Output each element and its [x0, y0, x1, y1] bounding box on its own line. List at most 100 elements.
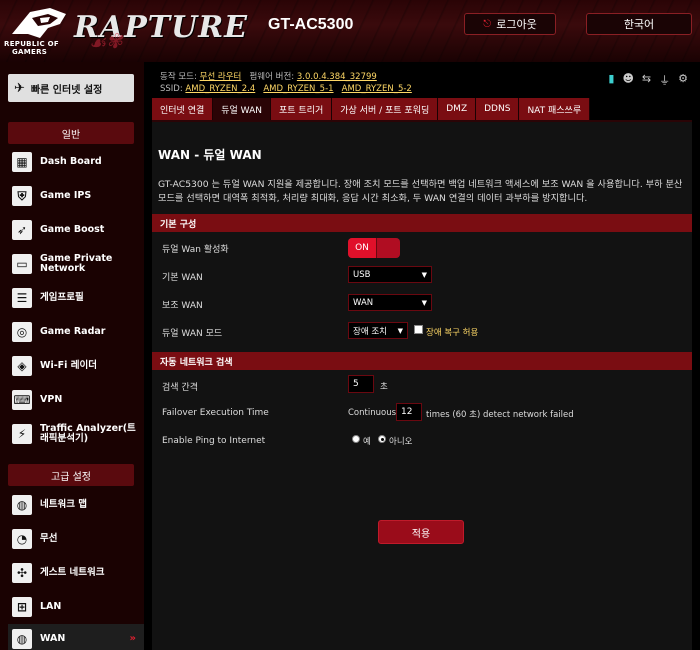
ping-no-radio[interactable]	[378, 435, 386, 443]
dual-wan-mode-select[interactable]: 장애 조치 ▼	[348, 322, 408, 339]
sidebar-item-wifi-radar[interactable]: ◈ Wi-Fi 레이더	[8, 351, 144, 381]
secondary-wan-label: 보조 WAN	[162, 301, 203, 311]
logout-label: 로그아웃	[496, 18, 537, 31]
tab-nat-passthrough[interactable]: NAT 패스쓰루	[519, 98, 591, 120]
detect-interval-unit: 초	[380, 382, 388, 392]
page-title: WAN - 듀얼 WAN	[158, 148, 262, 162]
detect-interval-label: 검색 간격	[162, 383, 198, 393]
ssid-value-3[interactable]: AMD_RYZEN_5-2	[342, 84, 412, 94]
sidebar-item-wireless[interactable]: ◔ 무선	[8, 524, 144, 554]
mode-label: 동작 모드:	[160, 72, 197, 82]
sidebar-item-guest-network[interactable]: ✣ 게스트 네트워크	[8, 558, 144, 588]
sidebar-item-game-boost[interactable]: ➶ Game Boost	[8, 215, 144, 245]
model-name: GT-AC5300	[268, 16, 354, 33]
apply-button[interactable]: 적용	[378, 520, 464, 544]
primary-wan-label: 기본 WAN	[162, 273, 203, 283]
sidebar-item-label: LAN	[40, 601, 62, 612]
section-auto-network-detect: 자동 네트워크 검색	[152, 352, 692, 370]
sidebar-item-vpn[interactable]: ⌨ VPN	[8, 385, 144, 415]
ssid-value-1[interactable]: AMD_RYZEN_2.4	[185, 84, 255, 94]
dual-wan-mode-value: 장애 조치	[353, 326, 387, 337]
sidebar-item-label: Game Boost	[40, 224, 105, 235]
sidebar-item-label: Dash Board	[40, 156, 102, 167]
sidebar-item-game-profile[interactable]: ☰ 게임프로필	[8, 283, 144, 313]
sidebar-item-dashboard[interactable]: ▦ Dash Board	[8, 147, 144, 177]
secondary-wan-value: WAN	[353, 297, 374, 308]
language-label: 한국어	[623, 18, 655, 31]
sidebar-item-label: 무선	[40, 533, 58, 544]
quick-setup-icon: ✈	[14, 80, 25, 96]
ping-yes-label: 예	[363, 437, 371, 447]
page-description: GT-AC5300 는 듀얼 WAN 지원을 제공합니다. 장애 조치 모드를 …	[158, 179, 683, 204]
quick-internet-setup-button[interactable]: ✈ 빠른 인터넷 설정	[8, 74, 134, 102]
sidebar-item-label: WAN	[40, 633, 66, 644]
logout-button[interactable]: ⎋ 로그아웃	[464, 13, 556, 35]
detect-interval-input[interactable]: 5	[348, 375, 374, 393]
dual-wan-panel: WAN - 듀얼 WAN GT-AC5300 는 듀얼 WAN 지원을 제공합니…	[152, 120, 692, 650]
sidebar-item-label: Game Private Network	[40, 253, 113, 274]
ping-no-label: 아니오	[389, 437, 413, 447]
ping-yes-radio[interactable]	[352, 435, 360, 443]
users-icon[interactable]: ☻	[622, 72, 633, 88]
primary-wan-select[interactable]: USB ▼	[348, 266, 432, 283]
ping-internet-label: Enable Ping to Internet	[162, 436, 266, 446]
tab-dmz[interactable]: DMZ	[438, 98, 477, 120]
sidebar-item-game-radar[interactable]: ◎ Game Radar	[8, 317, 144, 347]
sidebar-item-label: 게임프로필	[40, 292, 84, 303]
failover-suffix: times (60 초) detect network failed	[426, 410, 574, 420]
sidebar-item-game-ips[interactable]: ⛨ Game IPS	[8, 181, 144, 211]
watermark-icon: ☙✾	[86, 28, 124, 56]
firmware-label: 펌웨어 버전:	[249, 72, 295, 82]
guest-network-icon: ✣	[12, 563, 32, 583]
tab-ddns[interactable]: DDNS	[476, 98, 520, 120]
header: REPUBLIC OF GAMERS RAPTURE ☙✾ GT-AC5300 …	[0, 0, 700, 62]
profile-icon: ☰	[12, 288, 32, 308]
enable-dual-wan-toggle[interactable]: ON	[348, 238, 400, 258]
rog-line-2: GAMERS	[12, 48, 48, 56]
logout-icon: ⎋	[483, 18, 492, 30]
usb-icon[interactable]: ⏚	[659, 72, 670, 88]
rog-eye-logo-icon	[12, 8, 66, 38]
sidebar-item-label: Game IPS	[40, 190, 92, 201]
rocket-icon: ➶	[12, 220, 32, 240]
firmware-value[interactable]: 3.0.0.4.384_32799	[297, 72, 377, 82]
traffic-icon: ⚡	[12, 424, 32, 444]
dashboard-icon: ▦	[12, 152, 32, 172]
failover-count-input[interactable]: 12	[396, 403, 422, 421]
sidebar-item-wan[interactable]: ◍ WAN »	[8, 624, 144, 650]
tab-port-trigger[interactable]: 포트 트리거	[270, 98, 333, 120]
tab-bar: 인터넷 연결 듀얼 WAN 포트 트리거 가상 서버 / 포트 포워딩 DMZ …	[152, 98, 591, 120]
network-status-icon[interactable]: ⇆	[642, 72, 651, 88]
radar-icon: ◎	[12, 322, 32, 342]
section-advanced: 고급 설정	[8, 464, 134, 486]
sidebar-item-network-map[interactable]: ◍ 네트워크 맵	[8, 490, 144, 520]
network-icon: ▭	[12, 254, 32, 274]
dual-wan-mode-label: 듀얼 WAN 모드	[162, 329, 223, 339]
tab-virtual-server[interactable]: 가상 서버 / 포트 포워딩	[332, 98, 439, 120]
globe-icon: ◍	[12, 495, 32, 515]
section-basic-config: 기본 구성	[152, 214, 692, 232]
sidebar-item-lan[interactable]: ⊞ LAN	[8, 592, 144, 622]
sidebar: ✈ 빠른 인터넷 설정 일반 ▦ Dash Board ⛨ Game IPS ➶…	[0, 62, 144, 650]
wan-globe-icon: ◍	[12, 629, 32, 649]
mode-value[interactable]: 무선 라우터	[200, 72, 242, 82]
section-general: 일반	[8, 122, 134, 144]
sidebar-item-label: 게스트 네트워크	[40, 567, 105, 578]
chevron-down-icon: ▼	[397, 326, 403, 335]
active-arrow-icon: »	[129, 633, 136, 644]
secondary-wan-select[interactable]: WAN ▼	[348, 294, 432, 311]
allow-failback-checkbox[interactable]	[414, 325, 423, 334]
sidebar-item-traffic-analyzer[interactable]: ⚡ Traffic Analyzer(트래픽분석기)	[8, 419, 144, 449]
tab-internet-connection[interactable]: 인터넷 연결	[152, 98, 214, 120]
ssid-value-2[interactable]: AMD_RYZEN_5-1	[263, 84, 333, 94]
language-select[interactable]: 한국어	[586, 13, 692, 35]
app-icon[interactable]: ▮	[608, 72, 614, 88]
wifi-icon: ◈	[12, 356, 32, 376]
sidebar-item-label: Traffic Analyzer(트래픽분석기)	[40, 423, 136, 444]
tab-dual-wan[interactable]: 듀얼 WAN	[213, 98, 271, 120]
status-line-ssid: SSID: AMD_RYZEN_2.4 AMD_RYZEN_5-1 AMD_RY…	[160, 84, 412, 94]
failover-prefix: Continuous	[348, 408, 397, 418]
settings-icon[interactable]: ⚙	[678, 72, 688, 88]
status-icons: ▮ ☻ ⇆ ⏚ ⚙	[608, 72, 688, 88]
sidebar-item-game-private-network[interactable]: ▭ Game Private Network	[8, 249, 144, 279]
